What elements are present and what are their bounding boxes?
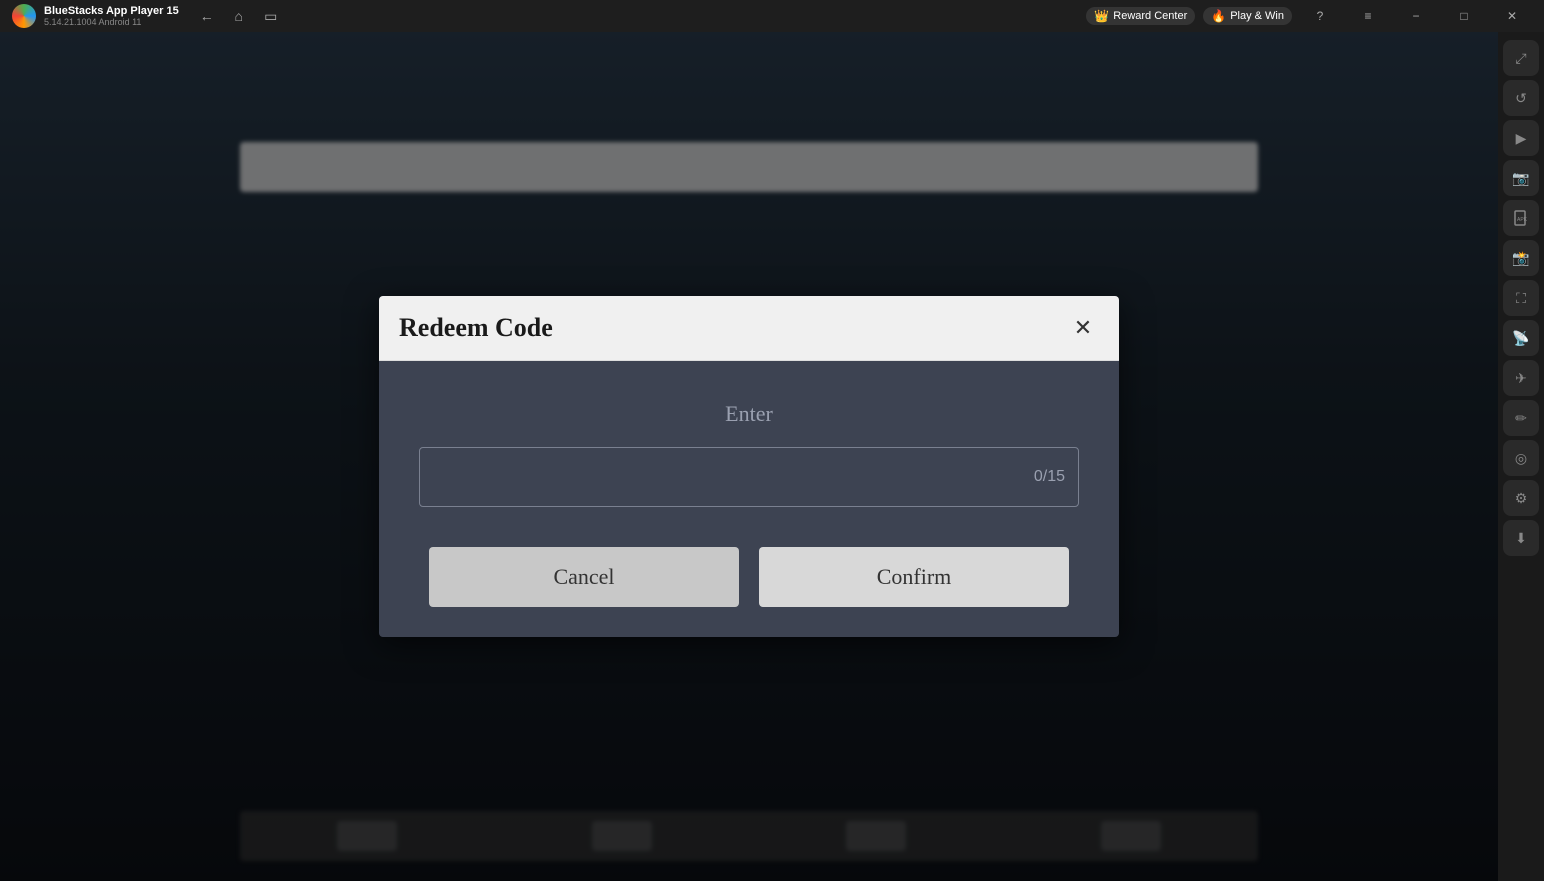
app-version: 5.14.21.1004 Android 11: [44, 17, 179, 27]
dialog-buttons: Cancel Confirm: [419, 547, 1079, 607]
titlebar-nav: ← ⌂ ▭: [187, 8, 291, 24]
macro-icon[interactable]: ◎: [1503, 440, 1539, 476]
menu-button[interactable]: ≡: [1348, 0, 1388, 32]
app-title-group: BlueStacks App Player 15 5.14.21.1004 An…: [44, 5, 179, 27]
play-icon[interactable]: ▶: [1503, 120, 1539, 156]
app-name: BlueStacks App Player 15: [44, 5, 179, 17]
dialog-title: Redeem Code: [399, 313, 553, 343]
cancel-button[interactable]: Cancel: [429, 547, 739, 607]
confirm-button[interactable]: Confirm: [759, 547, 1069, 607]
redeem-code-input[interactable]: [419, 447, 1079, 507]
dialog-body: Enter 0/15 Cancel Confirm: [379, 361, 1119, 637]
titlebar-right: 👑 Reward Center 🔥 Play & Win ? ≡ − □ ✕: [1074, 0, 1544, 32]
right-sidebar: ⤢ ↺ ▶ 📷 APK 📸 ⛶ 📡 ✈ ✏ ◎ ⚙ ⬇: [1498, 32, 1544, 881]
titlebar: BlueStacks App Player 15 5.14.21.1004 An…: [0, 0, 1544, 32]
fire-icon: 🔥: [1211, 9, 1226, 23]
dialog-input-wrap: 0/15: [419, 447, 1079, 507]
back-icon[interactable]: ↺: [1503, 80, 1539, 116]
cast-icon[interactable]: 📡: [1503, 320, 1539, 356]
titlebar-left: BlueStacks App Player 15 5.14.21.1004 An…: [0, 4, 1074, 28]
main-content: Redeem Code ✕ Enter 0/15 Cancel Confirm: [0, 32, 1498, 881]
bluestacks-logo: [12, 4, 36, 28]
minimize-button[interactable]: −: [1396, 0, 1436, 32]
dialog-header: Redeem Code ✕: [379, 296, 1119, 361]
redeem-code-dialog: Redeem Code ✕ Enter 0/15 Cancel Confirm: [379, 296, 1119, 637]
maximize-button[interactable]: □: [1444, 0, 1484, 32]
gear-icon[interactable]: ⚙: [1503, 480, 1539, 516]
dialog-enter-label: Enter: [725, 401, 773, 427]
play-win-button[interactable]: 🔥 Play & Win: [1203, 7, 1292, 25]
expand-icon[interactable]: ⤢: [1503, 40, 1539, 76]
apk-icon[interactable]: APK: [1503, 200, 1539, 236]
game-content: Redeem Code ✕ Enter 0/15 Cancel Confirm: [0, 32, 1498, 881]
camera-icon[interactable]: 📷: [1503, 160, 1539, 196]
screenshot-icon[interactable]: 📸: [1503, 240, 1539, 276]
svg-text:APK: APK: [1517, 217, 1528, 223]
reward-center-button[interactable]: 👑 Reward Center: [1086, 7, 1195, 25]
close-button[interactable]: ✕: [1492, 0, 1532, 32]
reward-center-label: Reward Center: [1113, 10, 1187, 22]
help-button[interactable]: ?: [1300, 0, 1340, 32]
recent-button[interactable]: ▭: [263, 8, 279, 24]
dialog-close-button[interactable]: ✕: [1067, 312, 1099, 344]
home-button[interactable]: ⌂: [231, 8, 247, 24]
dialog-overlay: Redeem Code ✕ Enter 0/15 Cancel Confirm: [0, 32, 1498, 881]
back-button[interactable]: ←: [199, 8, 215, 24]
download-icon[interactable]: ⬇: [1503, 520, 1539, 556]
resize-icon[interactable]: ⛶: [1503, 280, 1539, 316]
play-win-label: Play & Win: [1230, 10, 1284, 22]
brush-icon[interactable]: ✏: [1503, 400, 1539, 436]
airplane-icon[interactable]: ✈: [1503, 360, 1539, 396]
crown-icon: 👑: [1094, 9, 1109, 23]
